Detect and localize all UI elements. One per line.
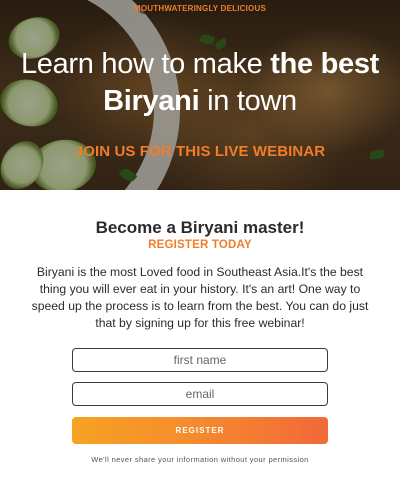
first-name-input[interactable] <box>72 348 328 372</box>
form-description: Biryani is the most Loved food in Southe… <box>31 265 369 330</box>
privacy-note: We'll never share your information witho… <box>91 455 309 464</box>
registration-form: REGISTER <box>0 348 400 444</box>
form-title: Become a Biryani master! <box>95 218 305 237</box>
hero-headline: Learn how to make the best Biryani in to… <box>0 46 400 120</box>
hero-cta: JOIN US FOR THIS LIVE WEBINAR <box>74 143 326 160</box>
form-subtitle: REGISTER TODAY <box>148 239 252 251</box>
hero-tagline: MOUTHWATERINGLY DELICIOUS <box>134 4 266 13</box>
register-button[interactable]: REGISTER <box>72 417 328 444</box>
headline-text-end: in town <box>199 85 297 117</box>
hero-banner: MOUTHWATERINGLY DELICIOUS Learn how to m… <box>0 0 400 190</box>
hero-content: MOUTHWATERINGLY DELICIOUS Learn how to m… <box>0 0 400 190</box>
registration-section: Become a Biryani master! REGISTER TODAY … <box>0 190 400 464</box>
email-input[interactable] <box>72 382 328 406</box>
headline-text: Learn how to make <box>20 48 271 80</box>
